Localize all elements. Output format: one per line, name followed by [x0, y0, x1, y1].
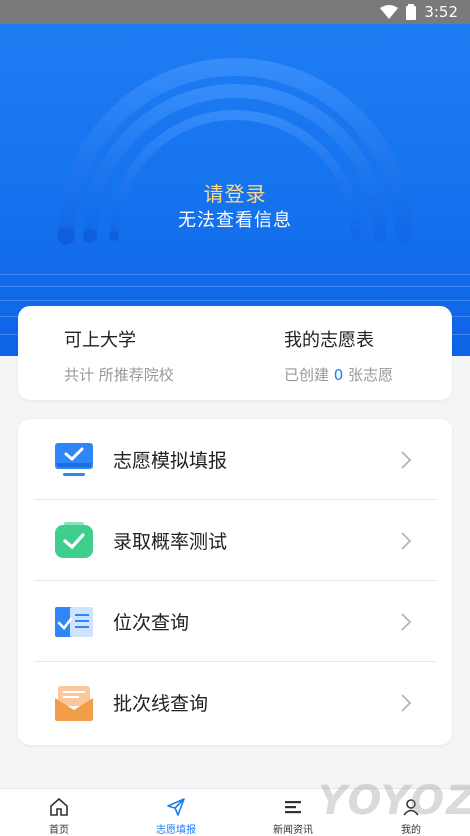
- document-check-icon: [55, 607, 93, 637]
- stat-title: 可上大学: [64, 330, 136, 351]
- created-prefix: 已创建: [284, 366, 330, 384]
- chevron-right-icon: [401, 612, 412, 631]
- feature-menu: 志愿模拟填报 录取概率测试 位次查询 批次线查询: [18, 419, 452, 745]
- menu-item-label: 位次查询: [113, 612, 190, 634]
- tab-home[interactable]: 首页: [12, 789, 106, 836]
- status-time: 3:52: [424, 3, 458, 21]
- battery-icon: [406, 4, 417, 20]
- created-count: 0: [333, 366, 344, 384]
- menu-item-label: 录取概率测试: [113, 531, 228, 553]
- my-application-stat[interactable]: 我的志愿表 已创建 0 张志愿: [284, 326, 393, 385]
- tab-label: 志愿填报: [156, 825, 196, 836]
- clipboard-check-icon: [55, 522, 93, 558]
- news-icon: [285, 801, 301, 814]
- send-icon: [167, 798, 185, 816]
- chevron-right-icon: [401, 693, 412, 712]
- menu-item-label: 志愿模拟填报: [113, 450, 228, 472]
- menu-item-simulate-fill[interactable]: 志愿模拟填报: [18, 419, 452, 500]
- chevron-right-icon: [401, 450, 412, 469]
- watermark-logo: YOYOZ: [318, 778, 470, 824]
- login-subtitle: 无法查看信息: [178, 210, 292, 231]
- wifi-icon: [380, 5, 399, 19]
- created-suffix: 张志愿: [348, 366, 394, 384]
- stat-subtitle: 共计 所推荐院校: [64, 366, 174, 384]
- stats-card: 可上大学 共计 所推荐院校 我的志愿表 已创建 0 张志愿: [18, 306, 452, 400]
- menu-item-label: 批次线查询: [113, 693, 209, 715]
- envelope-icon: [55, 686, 93, 721]
- home-icon: [50, 797, 68, 816]
- status-bar: 3:52: [0, 0, 470, 24]
- menu-item-batch-line-query[interactable]: 批次线查询: [18, 662, 452, 743]
- monitor-check-icon: [55, 443, 93, 476]
- tab-label: 首页: [49, 825, 69, 836]
- stat-title: 我的志愿表: [284, 330, 374, 351]
- chevron-right-icon: [401, 531, 412, 550]
- menu-item-rank-query[interactable]: 位次查询: [18, 581, 452, 662]
- stat-subtitle: 已创建 0 张志愿: [284, 364, 393, 385]
- login-prompt[interactable]: 请登录: [0, 178, 470, 207]
- tab-application-fill[interactable]: 志愿填报: [129, 789, 223, 836]
- menu-item-probability-test[interactable]: 录取概率测试: [18, 500, 452, 581]
- available-universities-stat[interactable]: 可上大学 共计 所推荐院校: [64, 326, 174, 385]
